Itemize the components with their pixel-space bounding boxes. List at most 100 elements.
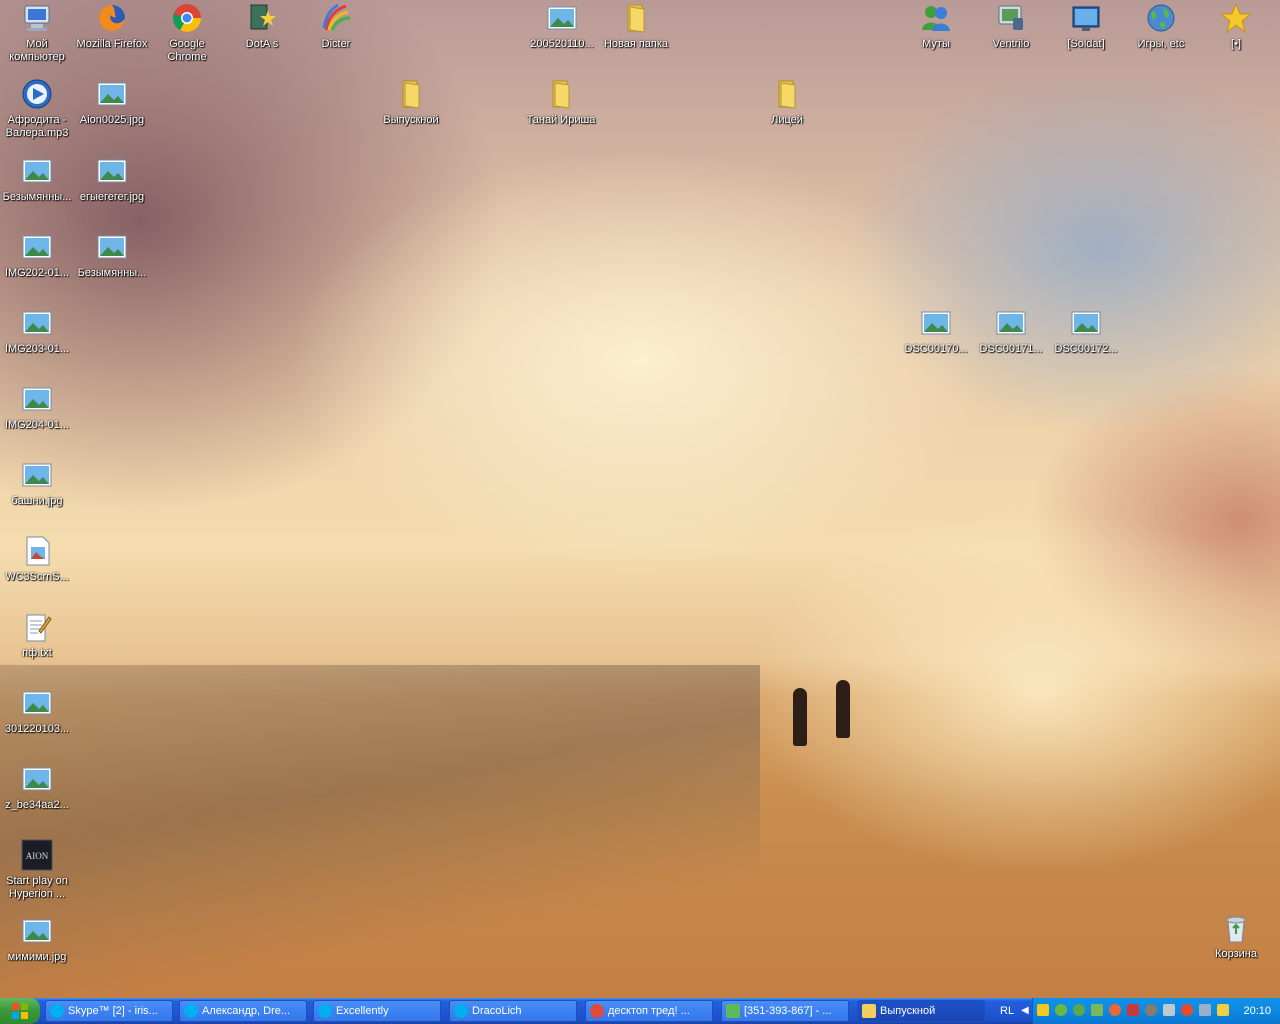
contacts-icon xyxy=(922,6,950,31)
desktop-icon-image[interactable]: Aion0025.jpg xyxy=(74,78,150,127)
desktop-icon-picture-doc[interactable]: WC3ScrnS... xyxy=(0,535,75,584)
tray-expand-icon[interactable]: ◀ xyxy=(1021,998,1029,1024)
folder-icon xyxy=(862,1004,876,1018)
skype-chat-icon xyxy=(318,1004,332,1018)
desktop-icon-contacts[interactable]: Муты xyxy=(898,2,974,51)
tray-app-icon[interactable] xyxy=(1037,1004,1049,1016)
taskbar-button-skype[interactable]: Skype™ [2] - iris... xyxy=(45,1000,173,1022)
desktop[interactable]: Мой компьютер Mozilla Firefox Google Chr… xyxy=(0,0,1280,998)
tray-app-icon[interactable] xyxy=(1073,1004,1085,1016)
text-file-icon xyxy=(26,614,52,642)
desktop-icon-image[interactable]: DSC00170... xyxy=(898,307,974,356)
start-button[interactable] xyxy=(0,998,40,1024)
desktop-icon-ventrilo[interactable]: Ventrilo xyxy=(973,2,1049,51)
image-file-icon xyxy=(547,6,577,30)
image-file-icon xyxy=(22,235,52,259)
taskbar-button-label: [351-393-867] - ... xyxy=(744,1005,832,1017)
image-file-icon xyxy=(22,691,52,715)
desktop-icon-chrome[interactable]: Google Chrome xyxy=(149,2,225,64)
skype-icon xyxy=(50,1004,64,1018)
desktop-icon-label: Start play on Hyperion ... xyxy=(6,875,68,900)
desktop-icon-label: Google Chrome xyxy=(167,38,207,63)
taskbar-button-skype-chat[interactable]: Александр, Dre... xyxy=(179,1000,307,1022)
tray-app-icon[interactable] xyxy=(1181,1004,1193,1016)
desktop-icon-label: 200520110... xyxy=(530,38,594,50)
taskbar-button-chrome[interactable]: десктоп тред! ... xyxy=(585,1000,713,1022)
tray-app-icon[interactable] xyxy=(1055,1004,1067,1016)
desktop-icon-image[interactable]: Безымянны... xyxy=(74,231,150,280)
desktop-icon-image[interactable]: башни.jpg xyxy=(0,459,75,508)
tray-app-icon[interactable] xyxy=(1127,1004,1139,1016)
star-icon xyxy=(1220,2,1252,34)
desktop-icon-my-computer[interactable]: Мой компьютер xyxy=(0,2,75,64)
taskbar-button-label: десктоп тред! ... xyxy=(608,1005,690,1017)
tray-app-icon[interactable] xyxy=(1199,1004,1211,1016)
desktop-icon-label: Aion0025.jpg xyxy=(79,114,145,126)
tray-app-icon[interactable] xyxy=(1091,1004,1103,1016)
desktop-icon-label: Афродита - Валера.mp3 xyxy=(5,114,69,139)
desktop-icon-label: Новая папка xyxy=(603,38,669,50)
desktop-icon-label: DotA s xyxy=(245,38,279,50)
desktop-icon-label: Игры, etc xyxy=(1137,38,1185,50)
taskbar-button-skype-chat[interactable]: DracoLich xyxy=(449,1000,577,1022)
desktop-icon-recycle-bin[interactable]: Корзина xyxy=(1198,912,1274,961)
desktop-icon-firefox[interactable]: Mozilla Firefox xyxy=(74,2,150,51)
desktop-icon-folder[interactable]: Танай Ириша xyxy=(523,78,599,127)
tray-app-icon[interactable] xyxy=(1145,1004,1157,1016)
taskbar-button-folder[interactable]: Выпускной xyxy=(857,1000,985,1022)
desktop-icon-dota[interactable]: DotA s xyxy=(224,2,300,51)
desktop-icon-label: пф.txt xyxy=(22,647,52,659)
desktop-icon-games[interactable]: Игры, etc xyxy=(1123,2,1199,51)
desktop-icon-label: WC3ScrnS... xyxy=(5,571,69,583)
dota-icon xyxy=(250,4,276,30)
desktop-icon-label: Мой компьютер xyxy=(9,38,65,63)
desktop-icon-folder[interactable]: Новая папка xyxy=(598,2,674,51)
desktop-icon-image[interactable]: IMG203-01... xyxy=(0,307,75,356)
desktop-icon-star[interactable]: [•] xyxy=(1198,2,1274,51)
skype-chat-icon xyxy=(184,1004,198,1018)
desktop-icon-image[interactable]: IMG202-01... xyxy=(0,231,75,280)
taskbar-button-label: Александр, Dre... xyxy=(202,1005,291,1017)
desktop-icon-text[interactable]: пф.txt xyxy=(0,611,75,660)
tray-app-icon[interactable] xyxy=(1109,1004,1121,1016)
image-file-icon xyxy=(921,311,951,335)
desktop-icon-folder[interactable]: Выпускной xyxy=(373,78,449,127)
ventrilo-icon xyxy=(998,5,1023,30)
desktop-icon-label: Mozilla Firefox xyxy=(76,38,148,50)
desktop-icon-image[interactable]: DSC00172... xyxy=(1048,307,1124,356)
desktop-icon-label: мимими.jpg xyxy=(7,951,67,963)
desktop-icon-image[interactable]: z_be34aa2... xyxy=(0,763,75,812)
desktop-icon-label: башни.jpg xyxy=(11,495,63,507)
language-indicator[interactable]: RL xyxy=(1000,998,1014,1024)
desktop-icon-image[interactable]: мимими.jpg xyxy=(0,915,75,964)
soldat-icon xyxy=(1072,6,1100,31)
desktop-icon-image[interactable]: IMG204-01... xyxy=(0,383,75,432)
desktop-icon-label: Лицей xyxy=(771,114,803,126)
tray-app-icon[interactable] xyxy=(1217,1004,1229,1016)
desktop-icon-aion[interactable]: AION Start play on Hyperion ... xyxy=(0,839,75,901)
desktop-icon-label: Муты xyxy=(922,38,950,50)
desktop-icon-mp3[interactable]: Афродита - Валера.mp3 xyxy=(0,78,75,140)
desktop-icon-soldat[interactable]: [Soldat] xyxy=(1048,2,1124,51)
clock[interactable]: 20:10 xyxy=(1243,998,1271,1024)
desktop-icon-image[interactable]: 301220103... xyxy=(0,687,75,736)
desktop-icon-image[interactable]: DSC00171... xyxy=(973,307,1049,356)
taskbar-button-chat[interactable]: [351-393-867] - ... xyxy=(721,1000,849,1022)
tray-app-icon[interactable] xyxy=(1163,1004,1175,1016)
desktop-icon-image[interactable]: Безымянны... xyxy=(0,155,75,204)
desktop-icon-label: Dicter xyxy=(321,38,351,50)
wallpaper-surfer xyxy=(793,688,807,746)
taskbar-button-skype-chat[interactable]: Excellently xyxy=(313,1000,441,1022)
firefox-icon xyxy=(99,5,125,31)
desktop-icon-label: DSC00170... xyxy=(904,343,968,355)
folder-icon xyxy=(778,80,796,109)
desktop-icon-image[interactable]: 200520110... xyxy=(524,2,600,51)
desktop-icon-label: Танай Ириша xyxy=(526,114,596,126)
wallpaper-sea xyxy=(0,665,760,998)
desktop-icon-image[interactable]: егыегегег.jpg xyxy=(74,155,150,204)
desktop-icon-dicter[interactable]: Dicter xyxy=(298,2,374,51)
desktop-icon-folder[interactable]: Лицей xyxy=(749,78,825,127)
svg-text:AION: AION xyxy=(26,851,49,861)
image-file-icon xyxy=(996,311,1026,335)
desktop-icon-label: IMG204-01... xyxy=(4,419,70,431)
